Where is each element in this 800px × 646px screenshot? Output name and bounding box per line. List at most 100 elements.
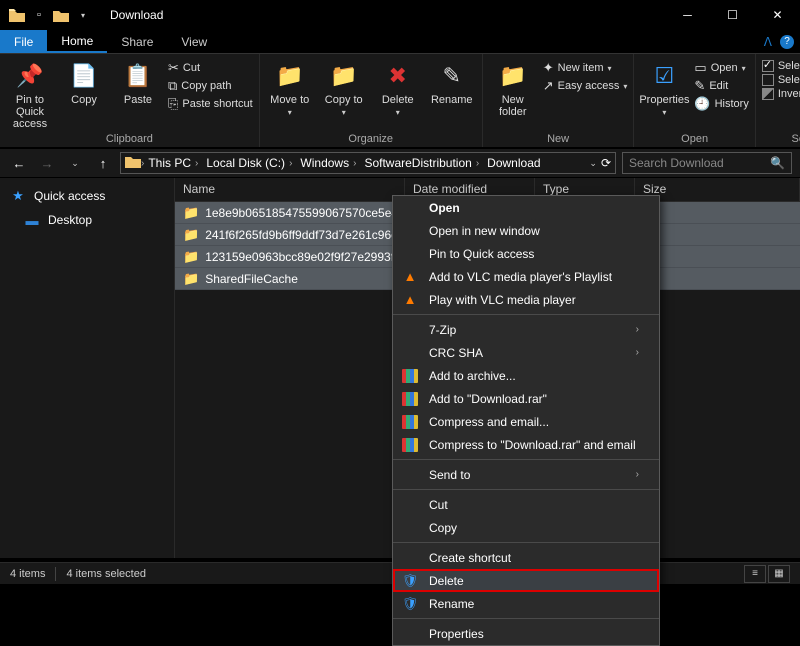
newitem-icon: ✦ bbox=[543, 60, 554, 76]
refresh-icon[interactable]: ⟳ bbox=[601, 156, 611, 170]
pin-quick-access-button[interactable]: 📌Pin to Quick access bbox=[6, 56, 54, 130]
moveto-button[interactable]: 📁Move to▾ bbox=[266, 56, 314, 117]
maximize-button[interactable]: ☐ bbox=[710, 0, 755, 30]
invert-icon bbox=[762, 88, 774, 100]
breadcrumb[interactable]: › This PC› Local Disk (C:)› Windows› Sof… bbox=[120, 152, 616, 174]
breadcrumb-seg-2[interactable]: Windows› bbox=[296, 156, 360, 170]
pasteshortcut-button[interactable]: ⎘Paste shortcut bbox=[168, 96, 253, 112]
close-button[interactable]: ✕ bbox=[755, 0, 800, 30]
help-icon[interactable]: ? bbox=[780, 35, 794, 49]
folder-icon: 📁 bbox=[183, 271, 199, 287]
ctx-7zip[interactable]: 7-Zip› bbox=[393, 318, 659, 341]
selectall-button[interactable]: Select all bbox=[762, 60, 800, 72]
breadcrumb-seg-0[interactable]: This PC› bbox=[144, 156, 202, 170]
star-icon: ★ bbox=[10, 188, 26, 204]
newfolder-button[interactable]: 📁New folder bbox=[489, 56, 537, 118]
view-details-button[interactable]: ≡ bbox=[744, 565, 766, 583]
newitem-button[interactable]: ✦New item ▾ bbox=[543, 60, 628, 76]
folder-icon: 📁 bbox=[183, 205, 199, 221]
ctx-crcsha[interactable]: CRC SHA› bbox=[393, 341, 659, 364]
invert-button[interactable]: Invert selection bbox=[762, 88, 800, 100]
ctx-shortcut[interactable]: Create shortcut bbox=[393, 546, 659, 569]
qat-dropdown-icon[interactable]: ▾ bbox=[72, 4, 94, 26]
ribbon-help: ᐱ ? bbox=[764, 30, 800, 53]
sidebar: ★Quick access ▬Desktop bbox=[0, 178, 175, 558]
breadcrumb-seg-4[interactable]: Download bbox=[483, 156, 544, 170]
pin-label: Pin to Quick access bbox=[6, 94, 54, 130]
cut-button[interactable]: ✂Cut bbox=[168, 60, 253, 76]
easyaccess-button[interactable]: ↗Easy access ▾ bbox=[543, 78, 628, 94]
ctx-copy[interactable]: Copy bbox=[393, 516, 659, 539]
ctx-vlc-playlist[interactable]: ▲Add to VLC media player's Playlist bbox=[393, 265, 659, 288]
ribbon: 📌Pin to Quick access 📄Copy 📋Paste ✂Cut ⧉… bbox=[0, 54, 800, 148]
open-group-label: Open bbox=[640, 131, 748, 147]
qat-props-icon[interactable] bbox=[50, 4, 72, 26]
clipboard-group-label: Clipboard bbox=[6, 131, 253, 147]
qat-save-icon[interactable]: ▫ bbox=[28, 4, 50, 26]
open-list: ▭Open ▾ ✎Edit 🕘History bbox=[694, 56, 748, 112]
ctx-separator bbox=[393, 618, 659, 619]
ribbon-group-organize: 📁Move to▾ 📁Copy to▾ ✖Delete▾ ✎Rename Org… bbox=[260, 54, 483, 147]
search-icon: 🔍 bbox=[770, 156, 785, 170]
copyto-button[interactable]: 📁Copy to▾ bbox=[320, 56, 368, 117]
ribbon-group-new: 📁New folder ✦New item ▾ ↗Easy access ▾ N… bbox=[483, 54, 635, 147]
shield-icon: 🛡 bbox=[401, 572, 419, 590]
ribbon-tabs: File Home Share View ᐱ ? bbox=[0, 30, 800, 54]
recent-button[interactable]: ⌄ bbox=[64, 152, 86, 174]
open-icon: ▭ bbox=[694, 60, 706, 76]
selectnone-button[interactable]: Select none bbox=[762, 74, 800, 86]
tab-view[interactable]: View bbox=[167, 30, 221, 53]
view-thumbs-button[interactable]: ▦ bbox=[768, 565, 790, 583]
sidebar-quick-access[interactable]: ★Quick access bbox=[0, 184, 174, 208]
delete-button[interactable]: ✖Delete▾ bbox=[374, 56, 422, 117]
forward-button[interactable]: → bbox=[36, 152, 58, 174]
chevron-right-icon: › bbox=[636, 469, 639, 480]
tab-share[interactable]: Share bbox=[107, 30, 167, 53]
back-button[interactable]: ← bbox=[8, 152, 30, 174]
ctx-cut[interactable]: Cut bbox=[393, 493, 659, 516]
history-button[interactable]: 🕘History bbox=[694, 96, 748, 112]
ctx-pin-quick[interactable]: Pin to Quick access bbox=[393, 242, 659, 265]
ctx-sendto[interactable]: Send to› bbox=[393, 463, 659, 486]
search-box[interactable]: Search Download 🔍 bbox=[622, 152, 792, 174]
edit-button[interactable]: ✎Edit bbox=[694, 78, 748, 94]
ctx-open[interactable]: Open bbox=[393, 196, 659, 219]
copypath-button[interactable]: ⧉Copy path bbox=[168, 78, 253, 94]
ctx-delete[interactable]: 🛡Delete bbox=[393, 569, 659, 592]
vlc-icon: ▲ bbox=[401, 268, 419, 286]
up-button[interactable]: ↑ bbox=[92, 152, 114, 174]
ctx-add-archive[interactable]: Add to archive... bbox=[393, 364, 659, 387]
ribbon-group-open: ☑Properties▾ ▭Open ▾ ✎Edit 🕘History Open bbox=[634, 54, 755, 147]
open-button[interactable]: ▭Open ▾ bbox=[694, 60, 748, 76]
sidebar-desktop[interactable]: ▬Desktop bbox=[0, 208, 174, 232]
collapse-ribbon-icon[interactable]: ᐱ bbox=[764, 35, 772, 49]
ctx-rename[interactable]: 🛡Rename bbox=[393, 592, 659, 615]
ctx-properties[interactable]: Properties bbox=[393, 622, 659, 645]
ctx-separator bbox=[393, 459, 659, 460]
context-menu: Open Open in new window Pin to Quick acc… bbox=[392, 195, 660, 646]
title-bar: ▫ ▾ Download － ☐ ✕ bbox=[0, 0, 800, 30]
ctx-add-rar[interactable]: Add to "Download.rar" bbox=[393, 387, 659, 410]
ctx-separator bbox=[393, 542, 659, 543]
ctx-vlc-play[interactable]: ▲Play with VLC media player bbox=[393, 288, 659, 311]
clipboard-list: ✂Cut ⧉Copy path ⎘Paste shortcut bbox=[168, 56, 253, 112]
chevron-right-icon: › bbox=[636, 324, 639, 335]
copy-button[interactable]: 📄Copy bbox=[60, 56, 108, 106]
rename-button[interactable]: ✎Rename bbox=[428, 56, 476, 106]
breadcrumb-seg-1[interactable]: Local Disk (C:)› bbox=[202, 156, 296, 170]
ribbon-group-select: Select all Select none Invert selection … bbox=[756, 54, 800, 147]
breadcrumb-seg-3[interactable]: SoftwareDistribution› bbox=[360, 156, 483, 170]
col-name[interactable]: Name bbox=[175, 178, 405, 201]
tab-home[interactable]: Home bbox=[47, 30, 107, 53]
view-buttons: ≡ ▦ bbox=[744, 565, 790, 583]
paste-button[interactable]: 📋Paste bbox=[114, 56, 162, 106]
ctx-separator bbox=[393, 314, 659, 315]
ctx-compress-email[interactable]: Compress and email... bbox=[393, 410, 659, 433]
ctx-compress-rar-email[interactable]: Compress to "Download.rar" and email bbox=[393, 433, 659, 456]
minimize-button[interactable]: － bbox=[665, 0, 710, 30]
tab-file[interactable]: File bbox=[0, 30, 47, 53]
properties-button[interactable]: ☑Properties▾ bbox=[640, 56, 688, 117]
ctx-open-new[interactable]: Open in new window bbox=[393, 219, 659, 242]
address-dropdown-icon[interactable]: ⌄ bbox=[589, 158, 597, 169]
address-right: ⌄ ⟳ bbox=[589, 156, 611, 170]
